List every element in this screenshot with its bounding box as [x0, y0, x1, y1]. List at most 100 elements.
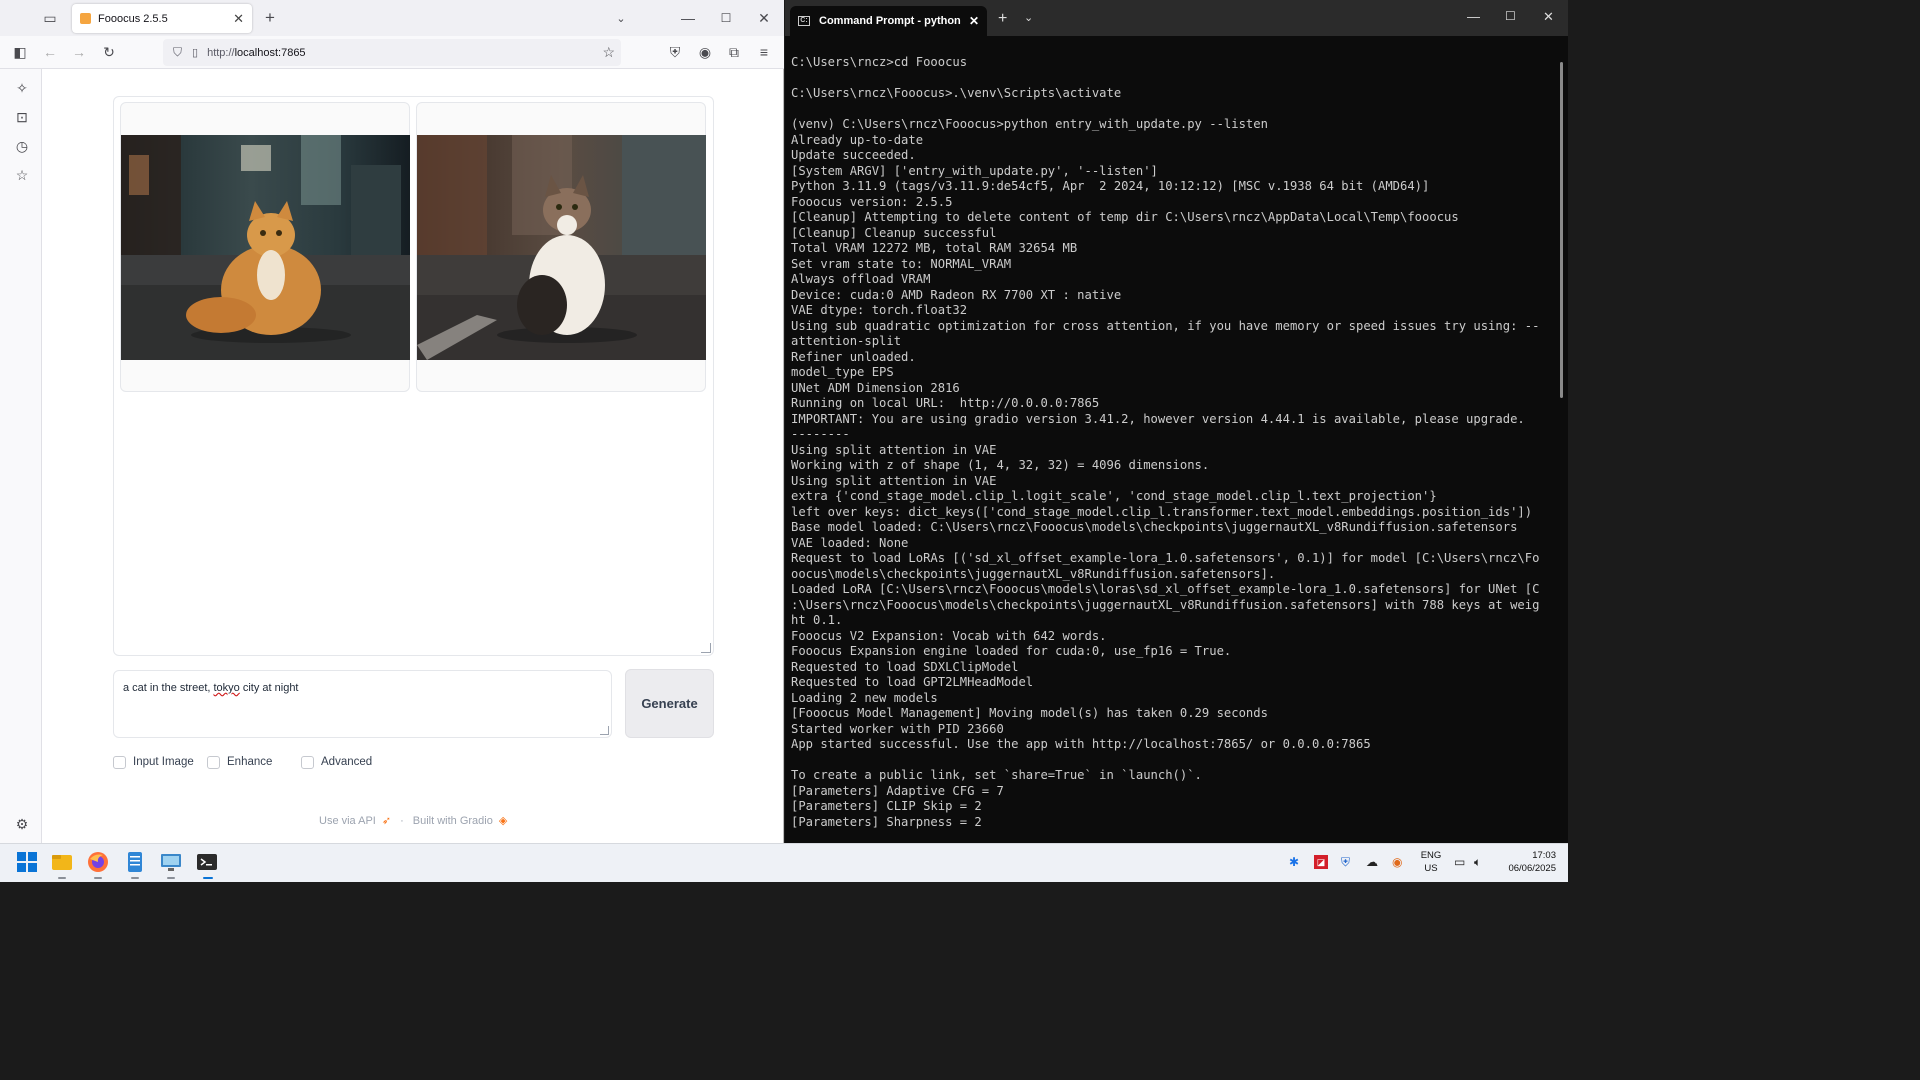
terminal-line: Always offload VRAM — [791, 272, 931, 286]
new-terminal-tab-icon[interactable]: + — [998, 10, 1007, 28]
bookmarks-icon[interactable]: ☆ — [10, 163, 34, 187]
prompt-input[interactable]: a cat in the street, tokyo city at night — [113, 670, 612, 738]
enhance-checkbox[interactable]: Enhance — [207, 754, 272, 770]
terminal-line: Refiner unloaded. — [791, 349, 916, 364]
terminal-line: C:\Users\rncz\Fooocus>.\venv\Scripts\act… — [791, 86, 1122, 100]
customize-sidebar-icon[interactable]: ⚙ — [10, 812, 34, 836]
windows-start-icon[interactable] — [16, 851, 38, 873]
terminal-line: Loading 2 new models — [791, 690, 938, 705]
system-clock[interactable]: 17:03 06/06/2025 — [1500, 849, 1556, 875]
input-image-checkbox[interactable]: Input Image — [113, 754, 194, 770]
advanced-checkbox[interactable]: Advanced — [301, 754, 372, 770]
terminal-line: (venv) C:\Users\rncz\Fooocus>python entr… — [791, 117, 1268, 131]
terminal-line: Already up-to-date — [791, 132, 924, 147]
terminal-line: :\Users\rncz\Fooocus\models\checkpoints\… — [791, 597, 1540, 612]
notepad-icon[interactable] — [124, 851, 146, 873]
bluetooth-icon[interactable]: ✱ — [1289, 855, 1299, 869]
clock-time: 17:03 — [1532, 850, 1556, 861]
rocket-icon: ➶ — [381, 815, 392, 827]
terminal-line: Requested to load GPT2LMHeadModel — [791, 675, 1034, 689]
close-window-icon[interactable]: ✕ — [752, 6, 776, 30]
app-tray-icon[interactable]: ◉ — [1392, 855, 1402, 869]
terminal-line: Using split attention in VAE — [791, 473, 997, 488]
remote-desktop-icon[interactable] — [160, 851, 182, 873]
terminal-line: left over keys: dict_keys(['cond_stage_m… — [791, 504, 1533, 519]
terminal-line: Using sub quadratic optimization for cro… — [791, 318, 1540, 333]
terminal-line: Set vram state to: NORMAL_VRAM — [791, 256, 1012, 271]
pocket-icon[interactable]: ⛨ — [663, 40, 687, 64]
close-terminal-tab-icon[interactable]: ✕ — [969, 14, 979, 28]
terminal-line: VAE dtype: torch.float32 — [791, 303, 968, 317]
url-protocol: http:// — [207, 46, 235, 59]
minimize-icon[interactable]: — — [676, 6, 700, 30]
checkbox-box[interactable] — [301, 755, 314, 769]
generated-image-2[interactable] — [417, 135, 706, 360]
bookmark-star-icon[interactable]: ☆ — [602, 44, 615, 61]
terminal-close-icon[interactable]: ✕ — [1543, 9, 1554, 25]
fooocus-favicon-icon — [80, 13, 91, 24]
gradio-footer: Use via API ➶ · Built with Gradio ◈ — [319, 814, 508, 828]
terminal-line: Request to load LoRAs [('sd_xl_offset_ex… — [791, 551, 1540, 565]
gradio-logo-icon: ◈ — [498, 815, 508, 827]
built-with-gradio-link[interactable]: Built with Gradio — [413, 815, 493, 827]
terminal-dropdown-icon[interactable]: ⌄ — [1024, 11, 1033, 24]
language-code: ENG — [1420, 850, 1442, 861]
checkbox-box[interactable] — [113, 755, 126, 769]
prompt-text-misspelled: tokyo — [213, 682, 240, 694]
extensions-icon[interactable]: ⧉ — [722, 40, 746, 64]
volume-icon[interactable]: 🔈︎ — [1474, 855, 1481, 870]
terminal-line: [Cleanup] Cleanup successful — [791, 225, 997, 240]
terminal-line: [Cleanup] Attempting to delete content o… — [791, 210, 1459, 224]
browser-tab-fooocus[interactable]: Fooocus 2.5.5 ✕ — [72, 4, 252, 33]
terminal-minimize-icon[interactable]: — — [1467, 9, 1480, 24]
active-indicator — [203, 877, 213, 879]
amd-software-icon[interactable]: ◪ — [1314, 855, 1328, 869]
account-icon[interactable]: ◉ — [693, 40, 717, 64]
close-tab-icon[interactable]: ✕ — [233, 11, 244, 27]
browser-tab-title: Fooocus 2.5.5 — [98, 12, 168, 25]
advanced-label: Advanced — [321, 756, 373, 768]
maximize-icon[interactable]: ☐ — [714, 6, 738, 30]
use-via-api-link[interactable]: Use via API — [319, 815, 376, 827]
onedrive-icon[interactable]: ☁ — [1366, 855, 1378, 869]
url-bar[interactable]: ⛉ ▯ http://localhost:7865 ☆ — [163, 39, 621, 66]
shield-icon[interactable]: ⛉ — [173, 45, 182, 60]
terminal-tab[interactable]: C: Command Prompt - python e ✕ — [790, 6, 987, 36]
network-icon[interactable]: ▭ — [1454, 855, 1465, 869]
command-prompt-icon: C: — [798, 16, 810, 26]
terminal-line: [Parameters] Sharpness = 2 — [791, 814, 982, 829]
file-explorer-icon[interactable] — [51, 851, 73, 873]
terminal-scrollbar[interactable] — [1560, 62, 1563, 398]
synced-tabs-icon[interactable]: ⊡ — [10, 105, 34, 129]
terminal-line: model_type EPS — [791, 365, 894, 379]
terminal-line: [Parameters] Adaptive CFG = 7 — [791, 783, 1004, 798]
reload-icon[interactable]: ↻ — [97, 40, 121, 64]
back-icon[interactable]: ← — [38, 40, 62, 64]
history-icon[interactable]: ◷ — [10, 134, 34, 158]
list-all-tabs-icon[interactable]: ⌄ — [609, 6, 633, 30]
prompt-resize-handle-icon[interactable] — [600, 726, 609, 735]
running-indicator — [94, 877, 102, 879]
terminal-line: oocus\models\checkpoints\juggernautXL_v8… — [791, 566, 1276, 581]
resize-handle-icon[interactable] — [701, 643, 711, 653]
terminal-line: attention-split — [791, 334, 902, 348]
generated-image-1[interactable] — [121, 135, 410, 360]
security-icon[interactable]: ⛨ — [1341, 855, 1350, 870]
forward-icon[interactable]: → — [67, 40, 91, 64]
terminal-icon[interactable] — [196, 851, 218, 873]
tab-list-icon[interactable]: ▭ — [38, 6, 62, 30]
checkbox-box[interactable] — [207, 755, 220, 769]
terminal-maximize-icon[interactable]: ☐ — [1505, 9, 1516, 23]
terminal-output[interactable]: C:\Users\rncz>cd Fooocus C:\Users\rncz\Fo… — [791, 55, 1551, 841]
generate-button[interactable]: Generate — [625, 669, 714, 738]
firefox-icon[interactable] — [87, 851, 109, 873]
ai-chatbot-icon[interactable]: ✧ — [10, 76, 34, 100]
menu-icon[interactable]: ≡ — [752, 40, 776, 64]
terminal-line: Started worker with PID 23660 — [791, 721, 1004, 736]
sidebar-toggle-icon[interactable]: ◧ — [8, 40, 32, 64]
language-indicator[interactable]: ENG US — [1420, 849, 1442, 875]
new-tab-icon[interactable]: + — [258, 6, 282, 30]
terminal-line: ht 0.1. — [791, 613, 843, 627]
